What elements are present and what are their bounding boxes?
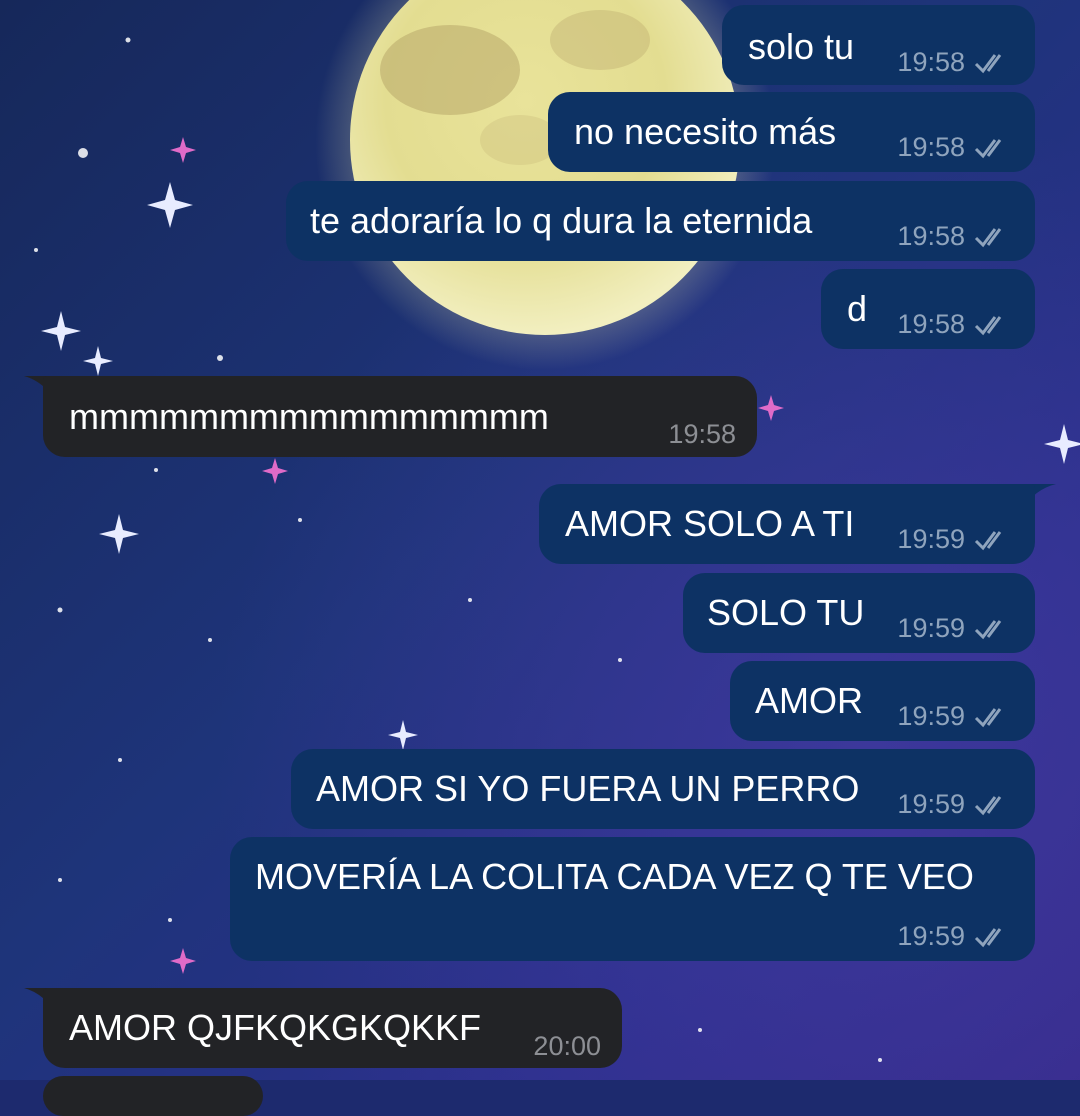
message-time: 19:59 bbox=[897, 613, 965, 643]
message-text: d bbox=[847, 288, 868, 329]
outgoing-message[interactable]: AMOR 19:59 bbox=[730, 661, 1035, 741]
message-meta: 19:59 bbox=[897, 524, 1013, 555]
double-check-icon bbox=[974, 927, 1002, 947]
outgoing-message[interactable]: AMOR SOLO A TI 19:59 bbox=[539, 484, 1035, 564]
incoming-message[interactable]: AMOR QJFKQKGKQKKF 20:00 bbox=[43, 988, 622, 1068]
message-text: AMOR bbox=[755, 680, 863, 721]
message-meta: 19:58 bbox=[897, 309, 1013, 340]
message-meta: 19:58 bbox=[897, 132, 1013, 163]
message-meta: 19:58 bbox=[897, 221, 1013, 252]
message-time: 19:59 bbox=[897, 701, 965, 731]
double-check-icon bbox=[974, 619, 1002, 639]
message-text: no necesito más bbox=[574, 111, 837, 152]
message-meta: 19:59 bbox=[897, 921, 1013, 952]
outgoing-message[interactable]: d 19:58 bbox=[821, 269, 1035, 349]
message-text: AMOR SOLO A TI bbox=[565, 503, 855, 544]
outgoing-message[interactable]: solo tu 19:58 bbox=[722, 5, 1035, 85]
message-text: AMOR QJFKQKGKQKKF bbox=[69, 1007, 482, 1048]
outgoing-message[interactable]: te adoraría lo q dura la eternida 19:58 bbox=[286, 181, 1035, 261]
double-check-icon bbox=[974, 795, 1002, 815]
message-meta: 20:00 bbox=[533, 1031, 601, 1062]
message-meta: 19:59 bbox=[897, 701, 1013, 732]
message-time: 20:00 bbox=[533, 1031, 601, 1061]
message-text: MOVERÍA LA COLITA CADA VEZ Q TE VEO bbox=[255, 856, 974, 897]
message-time: 19:58 bbox=[897, 309, 965, 339]
incoming-message-partial[interactable] bbox=[43, 1076, 263, 1116]
message-time: 19:58 bbox=[897, 132, 965, 162]
double-check-icon bbox=[974, 315, 1002, 335]
message-meta: 19:59 bbox=[897, 789, 1013, 820]
double-check-icon bbox=[974, 53, 1002, 73]
outgoing-message[interactable]: MOVERÍA LA COLITA CADA VEZ Q TE VEO 19:5… bbox=[230, 837, 1035, 961]
message-time: 19:59 bbox=[897, 524, 965, 554]
outgoing-message[interactable]: SOLO TU 19:59 bbox=[683, 573, 1035, 653]
double-check-icon bbox=[974, 138, 1002, 158]
message-time: 19:59 bbox=[897, 921, 965, 951]
outgoing-message[interactable]: AMOR SI YO FUERA UN PERRO 19:59 bbox=[291, 749, 1035, 829]
message-text: SOLO TU bbox=[707, 592, 865, 633]
double-check-icon bbox=[974, 227, 1002, 247]
incoming-message[interactable]: mmmmmmmmmmmmmmmm 19:58 bbox=[43, 376, 757, 457]
message-text: solo tu bbox=[748, 26, 855, 67]
message-text: mmmmmmmmmmmmmmmm bbox=[69, 396, 549, 437]
message-time: 19:58 bbox=[668, 419, 736, 449]
message-text: AMOR SI YO FUERA UN PERRO bbox=[316, 768, 860, 809]
message-meta: 19:58 bbox=[668, 419, 736, 450]
message-meta: 19:58 bbox=[897, 47, 1013, 78]
outgoing-message[interactable]: no necesito más 19:58 bbox=[548, 92, 1035, 172]
message-time: 19:59 bbox=[897, 789, 965, 819]
message-text: te adoraría lo q dura la eternida bbox=[310, 200, 813, 241]
message-time: 19:58 bbox=[897, 221, 965, 251]
double-check-icon bbox=[974, 707, 1002, 727]
message-time: 19:58 bbox=[897, 47, 965, 77]
message-meta: 19:59 bbox=[897, 613, 1013, 644]
double-check-icon bbox=[974, 530, 1002, 550]
